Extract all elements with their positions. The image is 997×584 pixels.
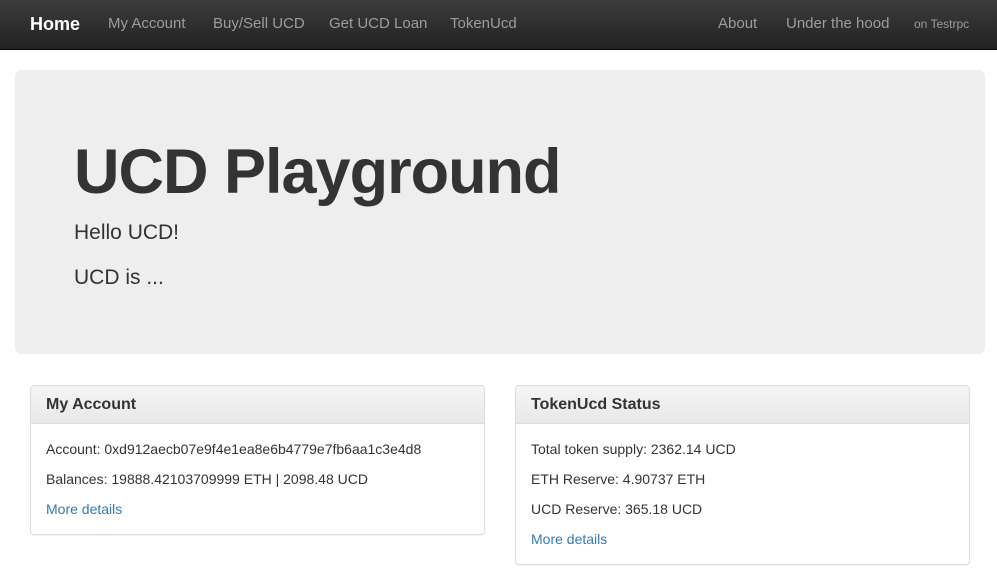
nav-item-about[interactable]: About <box>718 0 757 49</box>
token-status-panel-body: Total token supply: 2362.14 UCD ETH Rese… <box>516 424 969 559</box>
my-account-panel: My Account Account: 0xd912aecb07e9f4e1ea… <box>30 385 485 535</box>
my-account-panel-body: Account: 0xd912aecb07e9f4e1ea8e6b4779e7f… <box>31 424 484 529</box>
account-balances: Balances: 19888.42103709999 ETH | 2098.4… <box>46 471 368 487</box>
greeting-text: Hello UCD! <box>74 221 180 244</box>
account-address: Account: 0xd912aecb07e9f4e1ea8e6b4779e7f… <box>46 441 422 457</box>
eth-reserve: ETH Reserve: 4.90737 ETH <box>531 471 706 487</box>
tagline-text: UCD is ... <box>74 266 164 289</box>
nav-item-under-the-hood[interactable]: Under the hood <box>786 0 889 49</box>
nav-home-brand[interactable]: Home <box>30 0 80 49</box>
ucd-reserve: UCD Reserve: 365.18 UCD <box>531 501 703 517</box>
nav-item-get-ucd-loan[interactable]: Get UCD Loan <box>329 0 427 49</box>
total-token-supply: Total token supply: 2362.14 UCD <box>531 441 736 457</box>
my-account-more-details-link[interactable]: More details <box>46 501 122 517</box>
jumbotron: UCD Playground Hello UCD! UCD is ... <box>15 70 985 354</box>
nav-item-my-account[interactable]: My Account <box>108 0 186 49</box>
nav-item-tokenucd[interactable]: TokenUcd <box>450 0 517 49</box>
page-title: UCD Playground <box>74 137 562 207</box>
my-account-panel-heading: My Account <box>31 386 484 424</box>
token-status-panel-heading: TokenUcd Status <box>516 386 969 424</box>
token-status-more-details-link[interactable]: More details <box>531 531 607 547</box>
token-status-panel: TokenUcd Status Total token supply: 2362… <box>515 385 970 565</box>
network-indicator: on Testrpc <box>914 17 970 31</box>
nav-item-buy-sell-ucd[interactable]: Buy/Sell UCD <box>213 0 305 49</box>
top-navbar: Home My Account Buy/Sell UCD Get UCD Loa… <box>0 0 997 50</box>
